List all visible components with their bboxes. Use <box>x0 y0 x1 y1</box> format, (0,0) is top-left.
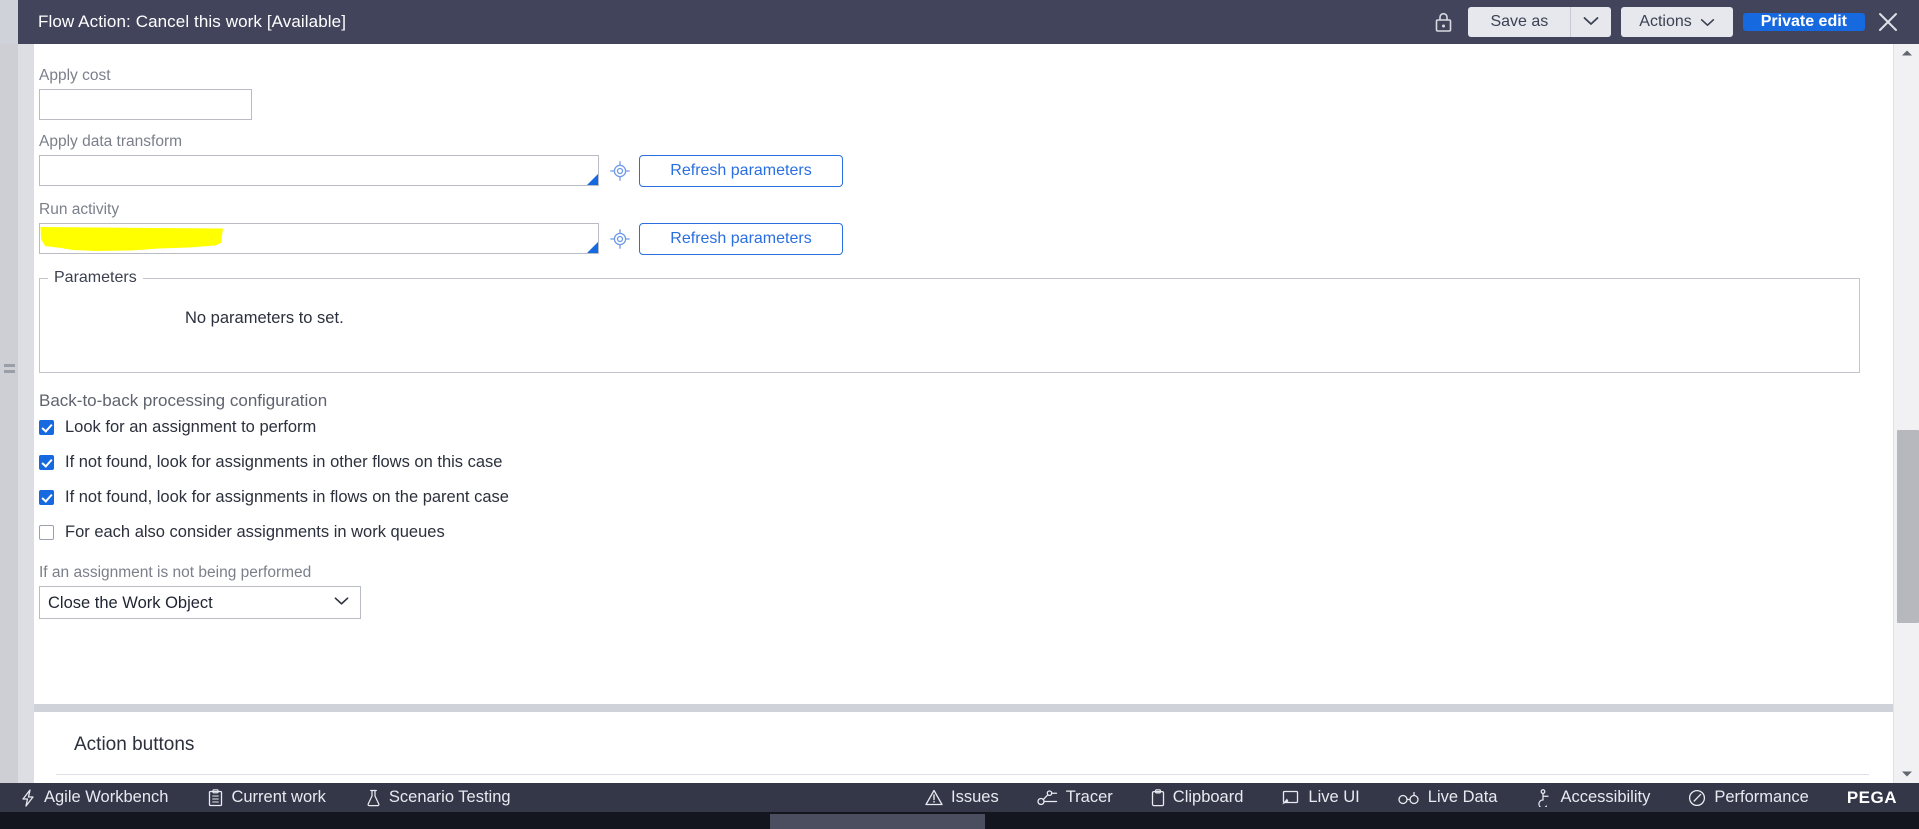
toolbar-label-live-ui: Live UI <box>1308 788 1360 806</box>
checkbox-label-work-queues[interactable]: For each also consider assignments in wo… <box>65 523 445 541</box>
checkbox-row-look-for-assignment[interactable]: Look for an assignment to perform <box>39 417 1893 437</box>
crosshair-icon[interactable] <box>609 155 631 186</box>
caret-down-icon[interactable] <box>1894 765 1919 783</box>
left-gutter-strip <box>18 44 34 783</box>
back-to-back-title: Back-to-back processing configuration <box>39 391 328 410</box>
run-activity-label: Run activity <box>39 201 120 218</box>
flask-icon <box>366 789 381 807</box>
form-body: Apply cost Apply data transform Refresh … <box>34 44 1893 619</box>
panel-resize-handle[interactable] <box>4 364 15 378</box>
checkbox-look-for-assignment[interactable] <box>39 419 54 435</box>
apply-data-transform-row: Refresh parameters <box>39 155 1893 187</box>
toolbar-label-agile-workbench: Agile Workbench <box>44 788 169 806</box>
toolbar-label-performance: Performance <box>1714 788 1809 806</box>
page-title-name: Cancel this work [Available] <box>135 12 347 31</box>
toolbar-item-current-work[interactable]: Current work <box>208 788 326 807</box>
taskbar-window-button[interactable] <box>770 814 985 829</box>
field-apply-cost: Apply cost <box>39 66 1893 120</box>
toolbar-item-clipboard[interactable]: Clipboard <box>1151 788 1244 807</box>
live-ui-icon <box>1281 789 1300 806</box>
toolbar-label-current-work: Current work <box>231 788 326 806</box>
toolbar-label-tracer: Tracer <box>1065 788 1113 806</box>
toolbar-item-accessibility[interactable]: Accessibility <box>1535 788 1650 807</box>
page-title: Flow Action: Cancel this work [Available… <box>38 12 346 32</box>
chevron-down-icon <box>1583 13 1599 31</box>
crosshair-icon[interactable] <box>609 223 631 254</box>
toolbar-label-issues: Issues <box>951 788 999 806</box>
close-icon[interactable] <box>1871 5 1905 39</box>
checkbox-label-parent-case[interactable]: If not found, look for assignments in fl… <box>65 488 509 506</box>
apply-cost-input[interactable] <box>39 89 252 120</box>
checkbox-row-parent-case[interactable]: If not found, look for assignments in fl… <box>39 487 1893 507</box>
toolbar-label-accessibility: Accessibility <box>1560 788 1651 806</box>
action-buttons-title: Action buttons <box>74 734 195 755</box>
actions-button-label: Actions <box>1639 13 1692 30</box>
apply-data-transform-input[interactable] <box>39 155 599 186</box>
warning-triangle-icon <box>925 789 943 806</box>
not-performed-select[interactable]: Close the Work Object <box>39 586 361 619</box>
save-as-button-group: Save as <box>1468 7 1612 37</box>
checkbox-label-other-flows[interactable]: If not found, look for assignments in ot… <box>65 453 502 471</box>
parameters-empty-message: No parameters to set. <box>185 309 344 327</box>
field-apply-data-transform: Apply data transform Refresh parameters <box>39 132 1893 187</box>
toolbar-label-scenario-testing: Scenario Testing <box>388 788 511 806</box>
run-activity-input[interactable] <box>39 223 599 254</box>
checkbox-other-flows[interactable] <box>39 454 54 470</box>
checkbox-work-queues[interactable] <box>39 524 54 540</box>
tracer-icon <box>1037 789 1058 806</box>
checkbox-row-work-queues[interactable]: For each also consider assignments in wo… <box>39 522 1893 542</box>
os-taskbar <box>0 812 1919 829</box>
page-title-prefix: Flow Action: <box>38 12 131 31</box>
clipboard-icon <box>1151 788 1165 807</box>
refresh-parameters-button-data-transform[interactable]: Refresh parameters <box>639 155 843 187</box>
scrollbar-thumb[interactable] <box>1897 430 1919 623</box>
performance-gauge-icon <box>1688 789 1706 807</box>
actions-button[interactable]: Actions <box>1621 7 1733 37</box>
lock-icon[interactable] <box>1430 9 1456 35</box>
app-root: Flow Action: Cancel this work [Available… <box>0 0 1919 829</box>
toolbar-item-performance[interactable]: Performance <box>1688 788 1809 807</box>
checkbox-row-other-flows[interactable]: If not found, look for assignments in ot… <box>39 452 1893 472</box>
flow-action-form-card: Apply cost Apply data transform Refresh … <box>34 44 1893 704</box>
caret-up-icon[interactable] <box>1894 44 1919 62</box>
action-buttons-divider <box>56 774 1869 775</box>
developer-toolbar: Agile Workbench Current work Scenario Te… <box>0 783 1919 812</box>
toolbar-item-tracer[interactable]: Tracer <box>1037 788 1113 807</box>
actions-button-group: Actions <box>1621 7 1733 37</box>
clipboard-list-icon <box>208 788 223 807</box>
private-edit-button[interactable]: Private edit <box>1742 13 1865 31</box>
save-as-button[interactable]: Save as <box>1468 7 1571 37</box>
parameters-legend: Parameters <box>54 269 137 286</box>
vertical-scrollbar[interactable] <box>1893 44 1919 783</box>
apply-data-transform-combo <box>39 155 599 186</box>
left-gutter <box>0 44 18 829</box>
not-performed-label: If an assignment is not being performed <box>39 564 312 581</box>
accessibility-icon <box>1535 788 1552 807</box>
toolbar-item-agile-workbench[interactable]: Agile Workbench <box>20 788 168 807</box>
run-activity-row: Refresh parameters <box>39 223 1893 255</box>
apply-cost-label: Apply cost <box>39 67 111 84</box>
toolbar-item-live-ui[interactable]: Live UI <box>1281 788 1360 807</box>
toolbar-item-scenario-testing[interactable]: Scenario Testing <box>366 788 511 807</box>
run-activity-combo <box>39 223 599 254</box>
window-header: Flow Action: Cancel this work [Available… <box>18 0 1919 44</box>
field-run-activity: Run activity ValidateActivity Refresh pa… <box>39 200 1893 255</box>
refresh-parameters-button-run-activity[interactable]: Refresh parameters <box>639 223 843 255</box>
not-performed-select-wrap: Close the Work Object <box>39 582 361 619</box>
developer-toolbar-right: Issues Tracer Clipboard Live UI Live Dat… <box>925 788 1919 808</box>
checkbox-parent-case[interactable] <box>39 489 54 505</box>
parameters-fieldset: Parameters No parameters to set. <box>39 269 1860 373</box>
toolbar-item-issues[interactable]: Issues <box>925 788 999 807</box>
checkbox-label-look-for-assignment[interactable]: Look for an assignment to perform <box>65 418 316 436</box>
lightning-icon <box>20 788 36 807</box>
toolbar-item-live-data[interactable]: Live Data <box>1398 788 1498 807</box>
pega-logo: PEGA <box>1846 787 1897 807</box>
apply-data-transform-label: Apply data transform <box>39 133 183 150</box>
developer-toolbar-left: Agile Workbench Current work Scenario Te… <box>0 788 511 807</box>
save-as-dropdown-button[interactable] <box>1570 7 1612 37</box>
toolbar-label-clipboard: Clipboard <box>1172 788 1244 806</box>
chevron-down-icon <box>1700 18 1715 27</box>
glasses-icon <box>1398 791 1420 805</box>
toolbar-label-live-data: Live Data <box>1427 788 1498 806</box>
